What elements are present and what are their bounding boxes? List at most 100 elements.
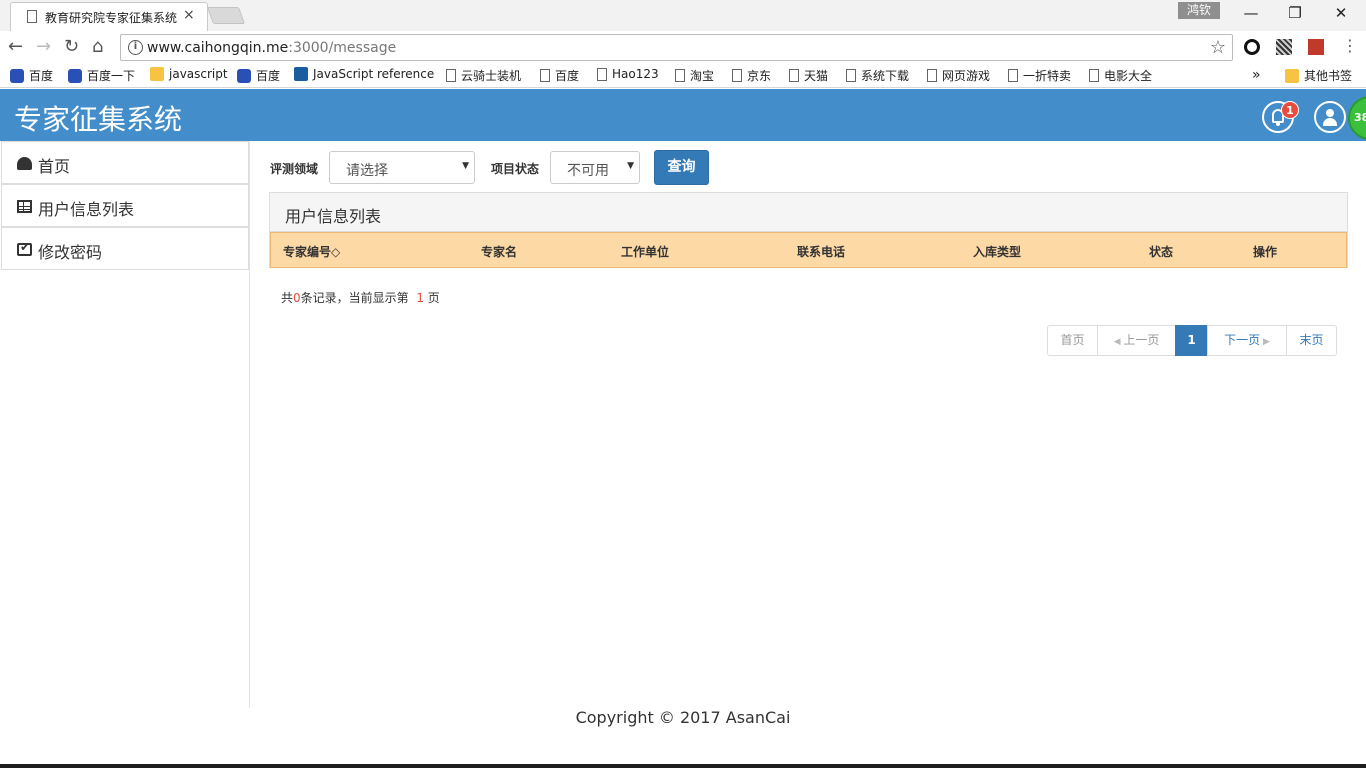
page-icon (597, 67, 607, 81)
bookmark-item[interactable]: 电影大全 (1089, 67, 1152, 84)
record-total: 0 (293, 291, 301, 305)
url-text[interactable]: www.caihongqin.me:3000/message (147, 40, 396, 56)
column-header-phone: 联系电话 (797, 245, 846, 259)
paw-icon (68, 68, 82, 83)
status-label: 项目状态 (491, 162, 540, 176)
caret-down-icon: ▼ (462, 161, 469, 171)
column-header-name: 专家名 (481, 245, 518, 259)
status-select[interactable]: 不可用 ▼ (550, 151, 640, 184)
tab-title: 教育研究院专家征集系统 (45, 11, 178, 25)
current-page-number: 1 (416, 291, 424, 305)
bookmark-item[interactable]: 百度 (540, 67, 579, 84)
reload-icon[interactable]: ↻ (64, 36, 79, 57)
notification-badge: 1 (1281, 101, 1299, 119)
page-icon (675, 69, 685, 82)
field-select[interactable]: 请选择 ▼ (329, 151, 475, 184)
home-icon[interactable]: ⌂ (92, 36, 103, 57)
field-label: 评测领域 (270, 162, 319, 176)
last-page-button[interactable]: 末页 (1286, 325, 1337, 356)
bookmark-item[interactable]: 系统下载 (846, 67, 909, 84)
page-icon (789, 69, 799, 82)
app-brand[interactable]: 专家征集系统 (14, 98, 182, 138)
panel-title: 用户信息列表 (270, 193, 1347, 232)
column-header-id[interactable]: 专家编号◇ (283, 243, 340, 260)
window-user-badge[interactable]: 鸿钦 (1178, 2, 1220, 19)
bookmark-item[interactable]: 淘宝 (675, 67, 714, 84)
page-icon (27, 10, 37, 23)
bookmark-item[interactable]: 天猫 (789, 67, 828, 84)
sidebar-item-home[interactable]: 首页 (1, 141, 249, 184)
new-tab-button[interactable] (206, 7, 246, 24)
browser-toolbar: ← → ↻ ⌂ i www.caihongqin.me:3000/message… (0, 31, 1366, 63)
table-icon (17, 200, 32, 213)
page-icon (927, 69, 937, 82)
bookmark-item[interactable]: 百度 (10, 67, 53, 84)
qr-code-icon[interactable] (1276, 39, 1292, 55)
user-icon (1326, 109, 1334, 117)
folder-icon (150, 67, 164, 81)
next-page-button[interactable]: 下一页 ▶ (1207, 325, 1287, 356)
app-header: 专家征集系统 (0, 89, 1366, 141)
browser-tabstrip: 教育研究院专家征集系统 × 鸿钦 — ❐ ✕ (0, 0, 1366, 31)
user-menu-button[interactable] (1314, 101, 1346, 133)
tab-close-icon[interactable]: × (183, 7, 195, 23)
mdn-icon (294, 67, 308, 81)
footer-copyright: Copyright © 2017 AsanCai (575, 708, 791, 727)
sidebar-item-label: 用户信息列表 (38, 200, 135, 219)
column-header-actions: 操作 (1253, 245, 1278, 259)
pagination: 首页 ◀ 上一页 1 下一页 ▶ 末页 (1047, 325, 1337, 356)
page-icon (846, 69, 856, 82)
star-icon[interactable]: ☆ (1210, 37, 1226, 58)
page-icon (446, 69, 456, 82)
page-1-button[interactable]: 1 (1175, 325, 1208, 356)
site-info-icon[interactable]: i (128, 40, 143, 55)
bookmark-item[interactable]: 百度一下 (68, 67, 135, 84)
bookmark-item[interactable]: 网页游戏 (927, 67, 990, 84)
table-header-row: 专家编号◇ 专家名 工作单位 联系电话 入库类型 状态 操作 (270, 232, 1347, 268)
forward-icon[interactable]: → (36, 36, 51, 57)
browser-tab[interactable]: 教育研究院专家征集系统 × (10, 2, 208, 31)
back-icon[interactable]: ← (8, 36, 23, 57)
page-icon (540, 69, 550, 82)
taskbar-edge (0, 764, 1366, 768)
restore-button[interactable]: ❐ (1280, 4, 1310, 22)
column-header-org: 工作单位 (621, 245, 670, 259)
query-button[interactable]: 查询 (654, 150, 709, 185)
address-bar[interactable]: i www.caihongqin.me:3000/message ☆ (120, 34, 1233, 61)
bookmark-item[interactable]: JavaScript reference (294, 67, 434, 81)
user-list-panel: 用户信息列表 专家编号◇ 专家名 工作单位 联系电话 入库类型 状态 操作 (269, 192, 1348, 268)
bookmark-item[interactable]: 一折特卖 (1008, 67, 1071, 84)
paw-icon (10, 68, 24, 83)
page-icon (1008, 69, 1018, 82)
other-bookmarks[interactable]: 其他书签 (1285, 67, 1352, 84)
bookmark-item[interactable]: Hao123 (597, 67, 659, 81)
sidebar-item-change-password[interactable]: 修改密码 (1, 227, 249, 270)
chevron-left-icon: ◀ (1113, 337, 1124, 347)
column-header-status: 状态 (1149, 245, 1174, 259)
column-header-type: 入库类型 (973, 245, 1022, 259)
bookmark-item[interactable]: 百度 (237, 67, 280, 84)
minimize-button[interactable]: — (1236, 4, 1266, 22)
page-icon (732, 69, 742, 82)
folder-icon (1285, 68, 1299, 83)
more-icon[interactable]: ⋮ (1342, 36, 1358, 55)
bookmark-item[interactable]: 京东 (732, 67, 771, 84)
close-window-button[interactable]: ✕ (1326, 4, 1356, 22)
check-square-icon (17, 240, 32, 256)
sidebar-item-label: 首页 (38, 157, 71, 176)
bookmark-item[interactable]: javascript (150, 67, 228, 81)
paw-icon (237, 68, 251, 83)
bookmark-item[interactable]: 云骑士装机 (446, 67, 521, 84)
record-count: 共0条记录，当前显示第 1 页 (281, 291, 440, 305)
sidebar-item-user-list[interactable]: 用户信息列表 (1, 184, 249, 227)
caret-down-icon: ▼ (627, 161, 634, 171)
extension-circle-icon[interactable] (1244, 39, 1260, 55)
prev-page-button[interactable]: ◀ 上一页 (1097, 325, 1176, 356)
dashboard-icon (17, 157, 32, 170)
first-page-button[interactable]: 首页 (1047, 325, 1098, 356)
bookmarks-more-button[interactable]: » (1252, 67, 1261, 83)
sidebar: 首页 用户信息列表 修改密码 (0, 141, 250, 708)
pdf-icon[interactable] (1308, 39, 1324, 55)
page-icon (1089, 69, 1099, 82)
chevron-right-icon: ▶ (1260, 337, 1270, 347)
